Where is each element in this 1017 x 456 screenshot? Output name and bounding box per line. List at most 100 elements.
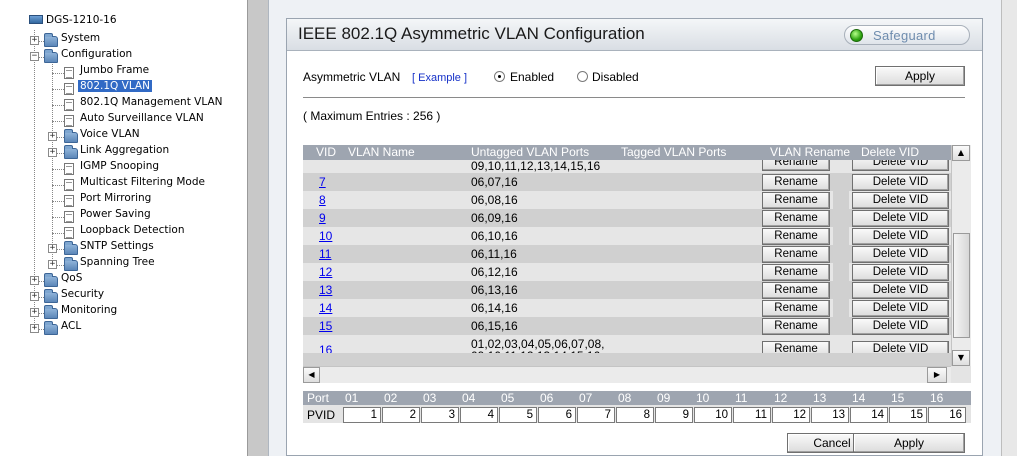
vid-link[interactable]: 13 [319,283,332,297]
safeguard-badge[interactable]: Safeguard [844,25,970,45]
tree-item-management-vlan[interactable]: 802.1Q Management VLAN [80,96,222,108]
delete-vid-button[interactable]: Delete VID [852,192,949,209]
rename-button[interactable]: Rename [762,282,830,299]
tree-item-configuration[interactable]: Configuration [61,48,132,60]
scroll-thumb[interactable] [953,233,970,338]
rename-button[interactable]: Rename [762,192,830,209]
scroll-up-icon[interactable]: ▲ [952,145,970,161]
tree-item-port-mirroring[interactable]: Port Mirroring [80,192,151,204]
tree-item-multicast-filtering-mode[interactable]: Multicast Filtering Mode [80,176,205,188]
tree-item-system[interactable]: System [61,32,100,44]
rename-button[interactable]: Rename [762,264,830,281]
expand-spanning-tree-icon[interactable]: + [48,260,57,269]
vid-link[interactable]: 9 [319,211,326,225]
table-row: 7 06,07,16 Rename Delete VID [303,173,951,191]
tree-item-igmp-snooping[interactable]: IGMP Snooping [80,160,159,172]
rename-button[interactable]: Rename [762,300,830,317]
tree-item-power-saving[interactable]: Power Saving [80,208,151,220]
delete-vid-button[interactable]: Delete VID [852,174,949,191]
scroll-right-icon[interactable]: ▶ [927,367,947,383]
table-vertical-scrollbar[interactable]: ▲ ▼ [951,145,971,366]
pvid-input[interactable]: 2 [382,407,420,423]
pvid-input[interactable]: 11 [733,407,771,423]
expand-sntp-settings-icon[interactable]: + [48,244,57,253]
rename-button[interactable]: Rename [762,318,830,335]
port-number: 11 [735,391,748,405]
expand-voice-vlan-icon[interactable]: + [48,132,57,141]
untagged-ports: 06,15,16 [471,319,518,333]
pvid-input[interactable]: 9 [655,407,693,423]
rename-button[interactable]: Rename [762,160,830,171]
scroll-left-icon[interactable]: ◀ [303,367,320,383]
tree-item-auto-surveillance-vlan[interactable]: Auto Surveillance VLAN [80,112,204,124]
vid-link[interactable]: 15 [319,319,332,333]
enabled-radio[interactable] [494,71,505,82]
delete-vid-button[interactable]: Delete VID [852,318,949,335]
scroll-down-icon[interactable]: ▼ [952,350,970,366]
page-scrollbar[interactable] [1001,0,1017,456]
tree-item-jumbo-frame[interactable]: Jumbo Frame [80,64,149,76]
pvid-input[interactable]: 10 [694,407,732,423]
tree-item-802-1q-vlan[interactable]: 802.1Q VLAN [78,80,152,92]
pvid-input[interactable]: 5 [499,407,537,423]
delete-vid-button[interactable]: Delete VID [852,246,949,263]
rename-button[interactable]: Rename [762,174,830,191]
table-row: 12 06,12,16 Rename Delete VID [303,263,951,281]
delete-vid-button[interactable]: Delete VID [852,210,949,227]
pvid-input[interactable]: 7 [577,407,615,423]
expand-security-icon[interactable]: + [30,292,39,301]
example-link[interactable]: [ Example ] [412,72,467,84]
pvid-input[interactable]: 15 [889,407,927,423]
rename-button[interactable]: Rename [762,246,830,263]
apply-asymmetric-button[interactable]: Apply [875,66,965,86]
vid-link[interactable]: 7 [319,175,326,189]
col-untagged: Untagged VLAN Ports [471,145,590,159]
untagged-ports: 06,11,16 [471,247,517,261]
delete-vid-button[interactable]: Delete VID [852,300,949,317]
expand-system-icon[interactable]: + [30,36,39,45]
vid-link[interactable]: 14 [319,301,332,315]
tree-root[interactable]: DGS-1210-16 [46,14,117,26]
apply-button[interactable]: Apply [853,433,965,453]
disabled-radio[interactable] [577,71,588,82]
delete-vid-button[interactable]: Delete VID [852,264,949,281]
pvid-input[interactable]: 6 [538,407,576,423]
tree-item-acl[interactable]: ACL [61,320,81,332]
tree-item-sntp-settings[interactable]: SNTP Settings [80,240,154,252]
pvid-input[interactable]: 4 [460,407,498,423]
pvid-input[interactable]: 3 [421,407,459,423]
vid-link[interactable]: 12 [319,265,332,279]
collapse-configuration-icon[interactable]: − [30,52,39,61]
delete-vid-button[interactable]: Delete VID [852,282,949,299]
expand-qos-icon[interactable]: + [30,276,39,285]
vid-link[interactable]: 10 [319,229,332,243]
tree-item-spanning-tree[interactable]: Spanning Tree [80,256,155,268]
delete-vid-button[interactable]: Delete VID [852,228,949,245]
max-entries-text: ( Maximum Entries : 256 ) [303,109,441,123]
tree-item-voice-vlan[interactable]: Voice VLAN [80,128,140,140]
table-horizontal-scrollbar[interactable]: ◀ ▶ [303,366,951,383]
vid-link[interactable]: 8 [319,193,326,207]
port-label: Port [307,391,330,405]
tree-item-link-aggregation[interactable]: Link Aggregation [80,144,169,156]
expand-monitoring-icon[interactable]: + [30,308,39,317]
expand-link-aggregation-icon[interactable]: + [48,148,57,157]
pvid-input[interactable]: 14 [850,407,888,423]
rename-button[interactable]: Rename [762,210,830,227]
rename-button[interactable]: Rename [762,228,830,245]
untagged-ports: 06,09,16 [471,211,518,225]
pvid-input[interactable]: 1 [343,407,381,423]
pvid-input[interactable]: 8 [616,407,654,423]
pvid-input[interactable]: 12 [772,407,810,423]
delete-vid-button[interactable]: Delete VID [852,160,949,171]
pvid-input[interactable]: 16 [928,407,966,423]
port-number: 10 [696,391,710,405]
tree-item-loopback-detection[interactable]: Loopback Detection [80,224,184,236]
folder-icon [64,241,78,255]
pvid-input[interactable]: 13 [811,407,849,423]
tree-item-qos[interactable]: QoS [61,272,82,284]
expand-acl-icon[interactable]: + [30,324,39,333]
tree-item-monitoring[interactable]: Monitoring [61,304,117,316]
tree-item-security[interactable]: Security [61,288,104,300]
vid-link[interactable]: 11 [319,247,331,261]
